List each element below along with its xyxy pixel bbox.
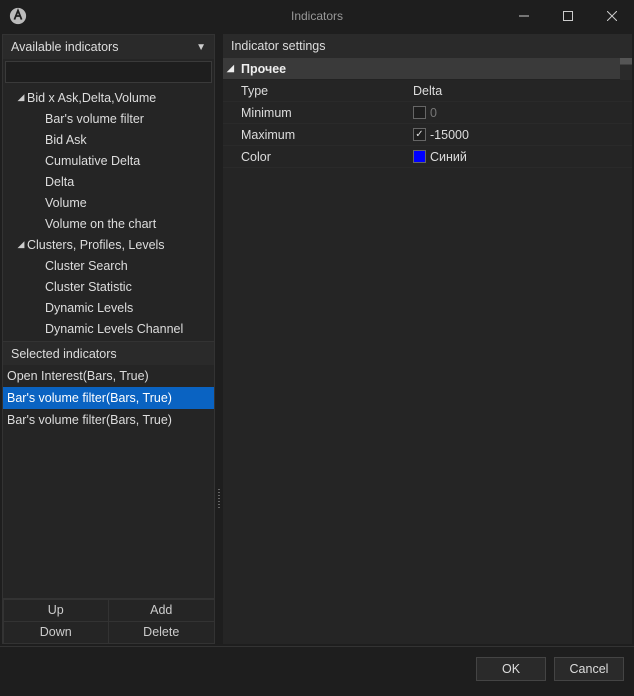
- property-label: Minimum: [223, 106, 413, 120]
- selected-indicator-label: Open Interest(Bars, True): [7, 369, 149, 383]
- tree-item[interactable]: Volume on the chart: [3, 213, 214, 234]
- tree-item[interactable]: Dynamic Levels Channel: [3, 318, 214, 339]
- close-button[interactable]: [590, 0, 634, 32]
- property-value: -15000: [430, 128, 469, 142]
- property-value: 0: [430, 106, 437, 120]
- tree-item-label: Dynamic Levels Channel: [45, 322, 183, 336]
- property-row-type[interactable]: TypeDelta: [223, 80, 632, 102]
- tree-category[interactable]: ◢Bid x Ask,Delta,Volume: [3, 87, 214, 108]
- selected-indicator-row[interactable]: Bar's volume filter(Bars, True): [3, 409, 214, 431]
- property-category-row[interactable]: ◢ Прочее: [223, 58, 632, 80]
- maximize-button[interactable]: [546, 0, 590, 32]
- property-row-minimum[interactable]: Minimum 0: [223, 102, 632, 124]
- splitter[interactable]: [217, 32, 221, 646]
- property-value: Синий: [430, 150, 467, 164]
- indicator-settings-label: Indicator settings: [231, 39, 326, 53]
- tree-item-label: Dynamic Levels: [45, 301, 133, 315]
- available-indicators-panel: Available indicators ▼ ◢Bid x Ask,Delta,…: [2, 34, 215, 644]
- chevron-down-icon: ◢: [15, 239, 27, 250]
- down-button[interactable]: Down: [3, 621, 110, 644]
- add-button[interactable]: Add: [108, 599, 215, 622]
- tree-item[interactable]: Cumulative Delta: [3, 150, 214, 171]
- chevron-down-icon: ◢: [15, 92, 27, 103]
- tree-item-label: Bar's volume filter: [45, 112, 144, 126]
- tree-item-label: Cluster Search: [45, 259, 128, 273]
- tree-item-label: Cluster Statistic: [45, 280, 132, 294]
- tree-item-label: Delta: [45, 175, 74, 189]
- checkbox[interactable]: ✓: [413, 128, 426, 141]
- property-grid: TypeDeltaMinimum0Maximum✓-15000ColorСини…: [223, 80, 632, 644]
- indicator-settings-header: Indicator settings: [223, 34, 632, 58]
- dropdown-icon: ▼: [196, 42, 206, 53]
- tree-item-label: Bid Ask: [45, 133, 87, 147]
- selected-indicators-list[interactable]: Open Interest(Bars, True) Bar's volume fi…: [3, 365, 214, 598]
- indicators-tree[interactable]: ◢Bid x Ask,Delta,VolumeBar's volume filt…: [3, 85, 214, 341]
- available-indicators-header[interactable]: Available indicators ▼: [3, 35, 214, 59]
- tree-item[interactable]: Cluster Search: [3, 255, 214, 276]
- selected-indicators-label: Selected indicators: [11, 347, 117, 361]
- up-button[interactable]: Up: [3, 599, 110, 622]
- delete-button[interactable]: Delete: [108, 621, 215, 644]
- checkbox[interactable]: [413, 106, 426, 119]
- property-scrollbar[interactable]: [620, 58, 632, 80]
- tree-category-label: Bid x Ask,Delta,Volume: [27, 91, 156, 105]
- tree-item[interactable]: Bar's volume filter: [3, 108, 214, 129]
- tree-category[interactable]: ◢Clusters, Profiles, Levels: [3, 234, 214, 255]
- selected-indicator-label: Bar's volume filter(Bars, True): [7, 391, 172, 405]
- tree-item-label: Volume: [45, 196, 87, 210]
- selected-indicator-label: Bar's volume filter(Bars, True): [7, 413, 172, 427]
- ok-button[interactable]: OK: [476, 657, 546, 681]
- selected-indicator-row[interactable]: Bar's volume filter(Bars, True): [3, 387, 214, 409]
- selected-indicator-row[interactable]: Open Interest(Bars, True): [3, 365, 214, 387]
- cancel-button[interactable]: Cancel: [554, 657, 624, 681]
- tree-category-label: Clusters, Profiles, Levels: [27, 238, 165, 252]
- app-logo: [8, 6, 28, 26]
- selected-indicators-header: Selected indicators: [3, 341, 214, 365]
- filter-input[interactable]: [5, 61, 212, 83]
- tree-item[interactable]: Volume: [3, 192, 214, 213]
- available-indicators-label: Available indicators: [11, 40, 118, 54]
- indicator-settings-panel: Indicator settings ◢ Прочее TypeDeltaMin…: [223, 34, 632, 644]
- property-value: Delta: [413, 84, 442, 98]
- tree-item[interactable]: Cluster Statistic: [3, 276, 214, 297]
- title-bar: Indicators: [0, 0, 634, 32]
- color-swatch[interactable]: [413, 150, 426, 163]
- tree-item[interactable]: Delta: [3, 171, 214, 192]
- property-row-color[interactable]: Color Синий: [223, 146, 632, 168]
- property-row-maximum[interactable]: Maximum✓ -15000: [223, 124, 632, 146]
- property-category-label: Прочее: [241, 62, 286, 76]
- tree-item[interactable]: Bid Ask: [3, 129, 214, 150]
- chevron-down-icon: ◢: [227, 63, 241, 74]
- tree-item[interactable]: Dynamic Levels: [3, 297, 214, 318]
- tree-item-label: Volume on the chart: [45, 217, 156, 231]
- dialog-footer: OK Cancel: [0, 646, 634, 690]
- minimize-button[interactable]: [502, 0, 546, 32]
- tree-item-label: Cumulative Delta: [45, 154, 140, 168]
- property-label: Type: [223, 84, 413, 98]
- property-label: Maximum: [223, 128, 413, 142]
- property-label: Color: [223, 150, 413, 164]
